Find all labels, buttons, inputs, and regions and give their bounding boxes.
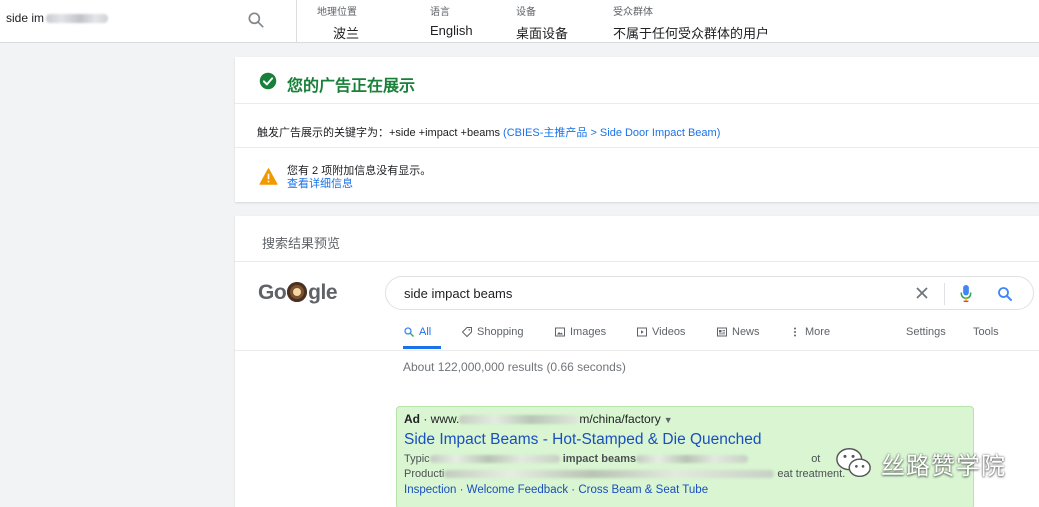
view-details-link[interactable]: 查看详细信息 bbox=[287, 175, 353, 191]
blurred-domain bbox=[459, 415, 580, 425]
tab-more[interactable]: More bbox=[789, 326, 830, 338]
tab-videos[interactable]: Videos bbox=[636, 326, 685, 338]
filter-audience[interactable]: 受众群体 不属于任何受众群体的用户 bbox=[613, 3, 769, 42]
filter-location-label: 地理位置 bbox=[317, 7, 357, 18]
query-box[interactable]: side im bbox=[0, 0, 297, 43]
ad-sitelinks: Inspection · Welcome Feedback · Cross Be… bbox=[404, 484, 709, 496]
microphone-icon[interactable] bbox=[959, 284, 973, 303]
blurred-query-text bbox=[46, 14, 109, 24]
search-box-separator bbox=[944, 283, 945, 305]
google-search-icon[interactable] bbox=[996, 285, 1014, 303]
sitelink-cross-beam[interactable]: Cross Beam & Seat Tube bbox=[578, 484, 708, 496]
google-search-query: side impact beams bbox=[404, 286, 513, 301]
wechat-icon bbox=[836, 448, 871, 478]
warning-icon bbox=[259, 168, 278, 185]
filter-device[interactable]: 设备 桌面设备 bbox=[516, 3, 568, 42]
clear-icon[interactable] bbox=[914, 285, 930, 301]
image-icon bbox=[555, 327, 565, 337]
extensions-warning-row: 您有 2 项附加信息没有显示。 查看详细信息 bbox=[235, 148, 1039, 201]
tools-link[interactable]: Tools bbox=[973, 326, 999, 338]
filter-location[interactable]: 地理位置 波兰 bbox=[317, 3, 359, 42]
caret-down-icon[interactable]: ▼ bbox=[664, 415, 673, 425]
status-header: 您的广告正在展示 bbox=[235, 57, 1039, 104]
watermark: 丝路赞学院 bbox=[835, 443, 1006, 483]
filter-device-value: 桌面设备 bbox=[516, 26, 569, 41]
filter-audience-value: 不属于任何受众群体的用户 bbox=[613, 26, 770, 41]
ad-url-suffix: m/china/factory bbox=[579, 412, 661, 426]
newspaper-icon bbox=[717, 327, 727, 337]
watermark-text: 丝路赞学院 bbox=[881, 451, 1006, 480]
filter-language-value: English bbox=[430, 23, 473, 38]
search-icon bbox=[404, 327, 414, 337]
blurred-description bbox=[636, 455, 749, 464]
filter-location-value: 波兰 bbox=[333, 26, 360, 41]
ad-url-prefix: · www. bbox=[423, 412, 460, 426]
filter-audience-label: 受众群体 bbox=[613, 7, 653, 18]
ad-description-line-2: Producti eat treatment. bbox=[404, 468, 846, 480]
filter-language-label: 语言 bbox=[430, 7, 450, 18]
trigger-keyword-text: 触发广告展示的关键字为：+side +impact +beams (CBIES-… bbox=[257, 127, 721, 139]
query-text: side im bbox=[6, 11, 109, 25]
top-filter-bar: side im 地理位置 波兰 语言 English 设备 桌面设备 受众群体 … bbox=[0, 0, 1039, 43]
tab-shopping[interactable]: Shopping bbox=[461, 326, 524, 338]
tabs-divider bbox=[235, 350, 1039, 351]
settings-link[interactable]: Settings bbox=[906, 326, 946, 338]
blurred-description bbox=[429, 455, 560, 464]
active-tab-indicator bbox=[403, 346, 441, 349]
results-count: About 122,000,000 results (0.66 seconds) bbox=[403, 360, 626, 374]
sitelink-welcome-feedback[interactable]: Welcome Feedback bbox=[467, 484, 568, 496]
ad-headline[interactable]: Side Impact Beams - Hot-Stamped & Die Qu… bbox=[404, 431, 762, 449]
preview-divider bbox=[235, 261, 1039, 262]
filter-device-label: 设备 bbox=[516, 7, 536, 18]
tab-news[interactable]: News bbox=[716, 326, 760, 338]
keyword-adgroup-link[interactable]: (CBIES-主推产品 > Side Door Impact Beam) bbox=[503, 127, 720, 139]
preview-title: 搜索结果预览 bbox=[262, 236, 341, 251]
more-vertical-icon bbox=[794, 327, 796, 337]
tag-icon bbox=[461, 327, 472, 338]
search-icon[interactable] bbox=[246, 10, 266, 30]
ad-display-url-line: Ad · www. m/china/factory ▼ bbox=[404, 412, 673, 426]
ad-description-line-1: Typic impact beams ot bbox=[404, 453, 821, 465]
tab-images[interactable]: Images bbox=[554, 326, 606, 338]
trigger-keyword-row: 触发广告展示的关键字为：+side +impact +beams (CBIES-… bbox=[235, 104, 1039, 148]
tab-all[interactable]: All bbox=[403, 326, 431, 338]
status-title: 您的广告正在展示 bbox=[287, 78, 416, 95]
doodle-icon bbox=[287, 282, 308, 302]
play-icon bbox=[637, 327, 647, 337]
ad-status-card: 您的广告正在展示 触发广告展示的关键字为：+side +impact +beam… bbox=[235, 57, 1039, 202]
ad-badge: Ad bbox=[404, 412, 420, 426]
filter-language[interactable]: 语言 English bbox=[430, 3, 473, 38]
google-logo: Go gle bbox=[258, 281, 338, 304]
blurred-description bbox=[444, 470, 775, 479]
sitelink-inspection[interactable]: Inspection bbox=[404, 484, 456, 496]
check-circle-icon bbox=[259, 72, 277, 90]
google-search-box[interactable]: side impact beams bbox=[385, 276, 1034, 310]
